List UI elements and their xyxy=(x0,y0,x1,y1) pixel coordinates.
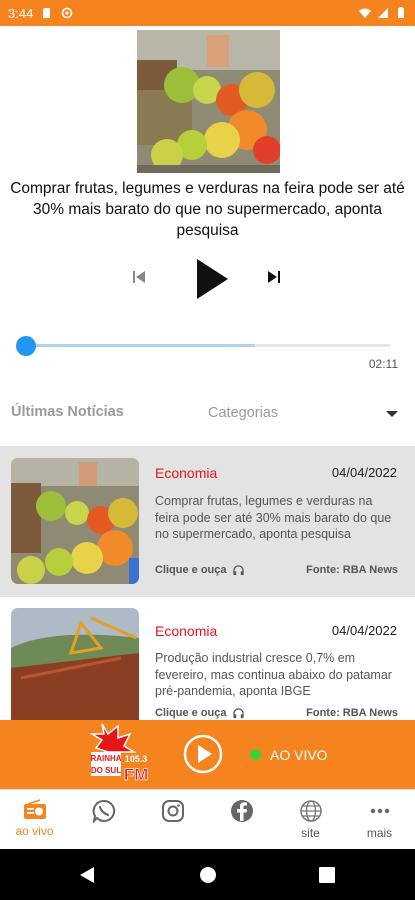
progress-slider[interactable] xyxy=(16,336,392,356)
progress-thumb[interactable] xyxy=(16,336,36,356)
news-source: Fonte: RBA News xyxy=(306,707,398,719)
status-bar: 3:44 xyxy=(0,0,415,26)
instagram-icon xyxy=(161,800,184,822)
news-source: Fonte: RBA News xyxy=(306,564,398,576)
sd-card-icon xyxy=(43,8,51,18)
news-thumbnail xyxy=(11,608,139,720)
logo-text-1: RAINHA xyxy=(90,754,121,763)
news-date: 04/04/2022 xyxy=(331,465,397,480)
recents-icon[interactable] xyxy=(319,867,335,883)
tab-categories[interactable]: Categorias xyxy=(208,405,278,421)
news-tabs: Últimas Notícias Categorias xyxy=(0,400,415,428)
news-headline: Comprar frutas, legumes e verduras na fe… xyxy=(155,494,392,541)
nav-item-live[interactable]: ao vivo xyxy=(0,790,69,850)
news-list: Economia 04/04/2022 Comprar frutas, legu… xyxy=(0,446,415,720)
nav-item-facebook[interactable] xyxy=(207,790,276,850)
news-headline: Produção industrial cresce 0,7% em fever… xyxy=(155,651,392,698)
next-icon[interactable] xyxy=(266,269,282,285)
logo-text-4: 105.3 xyxy=(125,754,148,764)
now-playing-title: Comprar frutas, legumes e verduras na fe… xyxy=(10,180,405,239)
battery-icon xyxy=(398,7,404,18)
status-time: 3:44 xyxy=(8,5,34,21)
headphones-icon xyxy=(232,707,244,718)
signal-icon xyxy=(378,8,388,18)
play-icon[interactable] xyxy=(192,257,232,301)
system-nav-bar xyxy=(0,849,415,900)
news-thumbnail xyxy=(11,458,139,584)
home-icon[interactable] xyxy=(199,866,217,884)
more-icon xyxy=(370,808,389,814)
listen-label: Clique e ouça xyxy=(155,707,227,719)
radio-logo: RAINHA DO SUL FM 105.3 xyxy=(89,723,149,784)
radio-icon xyxy=(23,799,46,819)
live-play-icon[interactable] xyxy=(183,734,223,774)
news-card[interactable]: Economia 04/04/2022 Produção industrial … xyxy=(0,606,415,720)
wifi-icon xyxy=(359,8,371,18)
tab-latest-news[interactable]: Últimas Notícias xyxy=(11,404,124,420)
progress-buffer xyxy=(24,344,255,347)
news-date: 04/04/2022 xyxy=(331,623,397,638)
nav-item-whatsapp[interactable] xyxy=(69,790,138,850)
live-player-bar: RAINHA DO SUL FM 105.3 AO VIVO xyxy=(0,720,415,789)
previous-icon[interactable] xyxy=(131,269,147,285)
nav-item-site[interactable]: site xyxy=(276,790,345,850)
headphones-icon xyxy=(232,564,244,575)
cover-image xyxy=(137,30,280,173)
nav-label: mais xyxy=(366,826,393,840)
logo-text-2: DO SUL xyxy=(91,766,121,775)
chevron-down-icon[interactable] xyxy=(386,411,398,417)
live-label: AO VIVO xyxy=(270,747,328,763)
news-category: Economia xyxy=(155,465,218,481)
listen-label: Clique e ouça xyxy=(155,564,227,576)
news-card[interactable]: Economia 04/04/2022 Comprar frutas, legu… xyxy=(0,446,415,597)
live-indicator-dot xyxy=(250,749,261,760)
nav-item-instagram[interactable] xyxy=(138,790,207,850)
duration-label: 02:11 xyxy=(368,357,398,371)
at-sign-icon xyxy=(62,7,73,19)
back-icon[interactable] xyxy=(79,866,95,884)
nav-label: ao vivo xyxy=(15,824,54,838)
facebook-icon xyxy=(230,800,253,822)
logo-text-3: FM xyxy=(124,765,149,784)
nav-item-more[interactable]: mais xyxy=(345,790,414,850)
listen-link[interactable]: Clique e ouça xyxy=(155,707,244,719)
bottom-nav: ao vivo site mais xyxy=(0,789,415,849)
news-category: Economia xyxy=(155,623,218,639)
whatsapp-icon xyxy=(92,799,115,823)
globe-icon xyxy=(299,800,322,822)
nav-label: site xyxy=(301,826,320,840)
player-controls xyxy=(0,255,415,305)
listen-link[interactable]: Clique e ouça xyxy=(155,564,244,576)
